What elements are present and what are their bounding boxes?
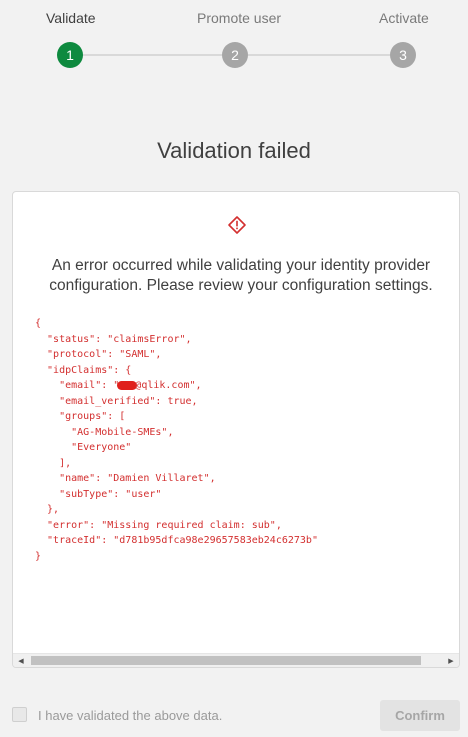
json-fragment: "email": " [35,380,120,391]
horizontal-scrollbar[interactable]: ◀ ▶ [13,653,459,667]
json-line: { [35,318,42,329]
step-label-validate: Validate [46,10,96,26]
warning-diamond-icon [227,215,247,235]
scroll-right-arrow-icon[interactable]: ▶ [443,654,459,667]
idp-validation-wizard: Validate Promote user Activate 1 2 3 Val… [0,0,468,737]
json-line: "AG-Mobile-SMEs", [35,426,174,438]
json-line: "traceId": "d781b95dfca98e29657583eb24c6… [35,535,318,546]
error-message: An error occurred while validating your … [49,257,433,294]
step-label-activate: Activate [379,10,429,26]
json-line: }, [35,504,60,515]
json-line: "idpClaims": { [35,364,132,376]
json-line: } [35,550,42,562]
scrollbar-thumb[interactable] [31,656,421,665]
validation-result-panel: An error occurred while validating your … [12,191,460,668]
step-label-promote-user: Promote user [197,10,282,26]
step-3-indicator: 3 [390,42,416,68]
json-line: "subType": "user" [35,488,162,500]
json-line: "status": "claimsError", [35,333,192,345]
json-line: "Everyone" [35,442,132,453]
json-line: "error": "Missing required claim: sub", [35,519,282,531]
json-line-email: "email": " @qlik.com", [35,378,318,394]
scroll-left-arrow-icon[interactable]: ◀ [13,654,29,667]
json-line: "email_verified": true, [35,395,198,407]
page-title: Validation failed [157,138,311,163]
json-line: "protocol": "SAML", [35,349,162,360]
json-fragment: @qlik.com", [135,380,202,391]
validated-checkbox[interactable] [12,707,27,722]
step-2-indicator: 2 [222,42,248,68]
claims-json-output: { "status": "claimsError", "protocol": "… [35,316,318,564]
json-line: "groups": [ [35,411,126,422]
step-1-indicator: 1 [57,42,83,68]
step-connector [248,54,390,56]
confirm-button[interactable]: Confirm [380,700,460,731]
json-line: ], [35,457,72,469]
json-line: "name": "Damien Villaret", [35,473,216,484]
validated-checkbox-label[interactable]: I have validated the above data. [38,708,222,723]
step-connector [82,54,222,56]
